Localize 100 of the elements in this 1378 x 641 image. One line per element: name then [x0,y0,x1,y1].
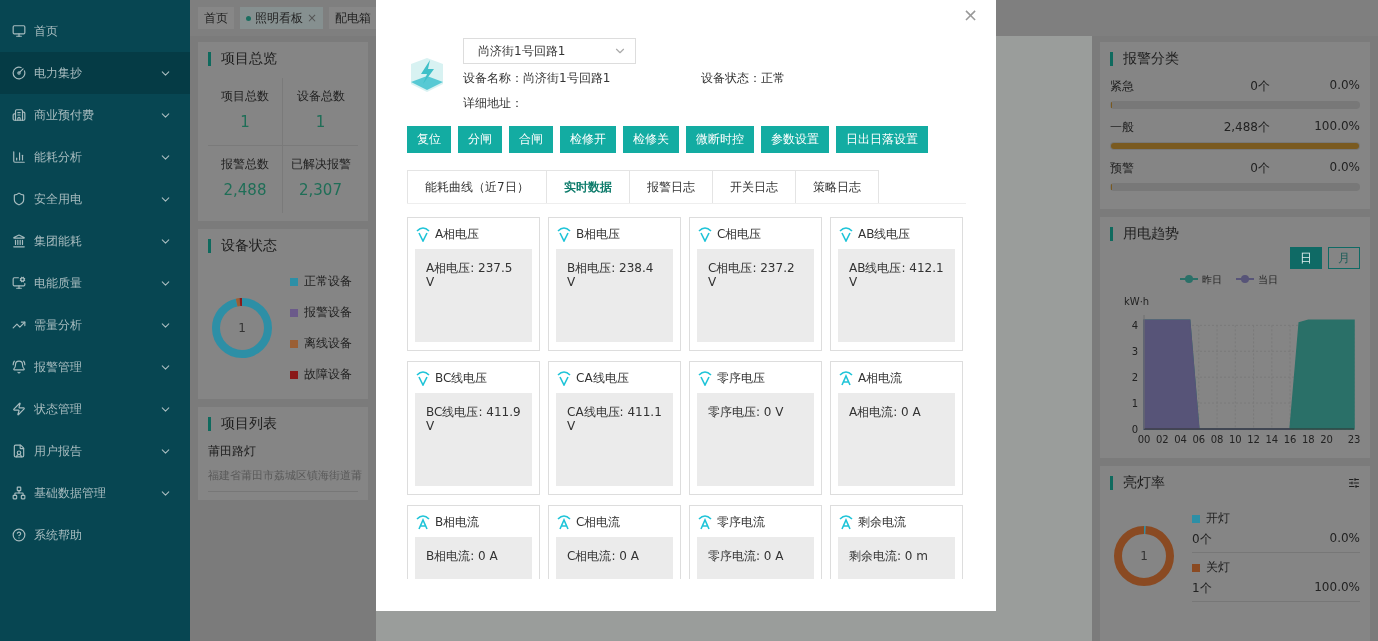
metric-title: A相电压 [435,225,480,243]
device-select[interactable]: 尚济街1号回路1 [463,38,636,64]
metric-title: B相电压 [576,225,621,243]
arc-a-icon [838,514,854,530]
bell-icon [12,360,26,374]
sidebar-label: 用户报告 [34,442,83,460]
sidebar-label: 状态管理 [34,400,83,418]
alarm-label: 紧急 [1110,78,1135,95]
page-tab[interactable]: 照明看板 × [240,7,324,29]
sidebar-item[interactable]: 首页 [0,10,190,52]
sidebar-item[interactable]: 安全用电 [0,178,190,220]
x-tick: 06 [1192,434,1206,445]
metric-value: C相电流: 0 A [556,537,673,579]
sidebar-item[interactable]: 能耗分析 [0,136,190,178]
x-tick: 14 [1265,434,1279,445]
sidebar-label: 安全用电 [34,190,83,208]
arc-v-icon [697,370,713,386]
action-button[interactable]: 日出日落设置 [836,126,928,153]
metric-value: B相电压: 238.4 V [556,249,673,342]
sidebar-item[interactable]: 用户报告 [0,430,190,472]
panel-title: 设备状态 [221,237,277,255]
sidebar-item[interactable]: 系统帮助 [0,514,190,556]
action-button[interactable]: 参数设置 [761,126,829,153]
alarm-count: 0个 [1250,78,1270,95]
metric-title: BC线电压 [435,369,488,387]
metric-title: A相电流 [858,369,903,387]
sidebar-label: 报警管理 [34,358,83,376]
legend-label: 故障设备 [304,366,352,383]
metric-title: B相电流 [435,513,480,531]
x-tick: 12 [1247,434,1260,445]
sidebar-label: 集团能耗 [34,232,83,250]
metric-value: A相电压: 237.5 V [415,249,532,342]
alarm-label: 一般 [1110,119,1135,136]
alarm-label: 预警 [1110,160,1135,177]
x-tick: 10 [1228,434,1242,445]
period-toggle[interactable]: 日 [1290,247,1322,269]
donut-center-label: 1 [1140,549,1148,563]
panel-title: 报警分类 [1123,50,1179,68]
action-button[interactable]: 分闸 [458,126,502,153]
metric-value: 零序电流: 0 A [697,537,814,579]
metric-value: B相电流: 0 A [415,537,532,579]
sidebar-item[interactable]: 商业预付费 [0,94,190,136]
stat-label: 已解决报警 [290,156,351,173]
sidebar-item[interactable]: 电力集抄 [0,52,190,94]
sidebar-label: 需量分析 [34,316,83,334]
y-tick: 0 [1131,424,1138,435]
sidebar-label: 能耗分析 [34,148,83,166]
action-button[interactable]: 微断时控 [686,126,754,153]
x-tick: 04 [1174,434,1187,445]
stat-value: 1 [315,113,326,131]
arc-v-icon [415,370,431,386]
metric-title: AB线电压 [858,225,911,243]
page-tab[interactable]: 首页 [198,7,234,29]
stat-label: 报警总数 [221,156,269,173]
arc-v-icon [556,226,572,242]
legend-label: 当日 [1258,274,1278,285]
axis-unit: kW·h [1124,296,1150,307]
sidebar-label: 首页 [34,22,59,40]
legend-marker-icon [1235,275,1255,283]
sidebar-item[interactable]: 基础数据管理 [0,472,190,514]
gauge-icon [12,66,26,80]
action-button[interactable]: 检修关 [623,126,679,153]
project-name[interactable]: 莆田路灯 [208,443,358,460]
legend-label: 开灯 [1206,510,1230,527]
metric-value: C相电压: 237.2 V [697,249,814,342]
legend-label: 关灯 [1206,559,1230,576]
sidebar-label: 系统帮助 [34,526,83,544]
panel-title: 项目总览 [221,50,277,68]
sidebar-item[interactable]: 需量分析 [0,304,190,346]
action-button[interactable]: 合闸 [509,126,553,153]
metric-title: CA线电压 [576,369,629,387]
sidebar-item[interactable]: 状态管理 [0,388,190,430]
arc-a-icon [556,514,572,530]
dialog-tab[interactable]: 能耗曲线（近7日） [407,170,547,203]
stat-value: 2,307 [299,181,342,199]
monitor-icon [12,276,26,290]
dialog-tab[interactable]: 策略日志 [794,170,879,203]
close-button[interactable]: × [958,4,982,25]
x-tick: 02 [1155,434,1169,445]
y-tick: 4 [1131,320,1138,332]
shield-icon [12,192,26,206]
legend-label: 离线设备 [304,335,352,352]
x-tick: 20 [1320,434,1333,445]
monitor-icon [12,24,26,38]
alarm-percent: 0.0% [1328,160,1360,176]
lightning-icon [12,402,26,416]
action-button[interactable]: 复位 [407,126,451,153]
metric-title: 零序电流 [717,513,765,531]
legend-label: 报警设备 [304,304,352,321]
device-info: 详细地址： [463,95,524,112]
network-icon [12,486,26,500]
action-button[interactable]: 检修开 [560,126,616,153]
light-count: 1个 [1192,580,1213,597]
settings-icon[interactable] [1348,477,1360,489]
sidebar-item[interactable]: 报警管理 [0,346,190,388]
metric-value: 剩余电流: 0 m [838,537,955,579]
tab-label: 配电箱 [335,9,372,27]
sidebar-item[interactable]: 电能质量 [0,262,190,304]
page-tab[interactable]: 配电箱 [329,7,378,29]
sidebar-item[interactable]: 集团能耗 [0,220,190,262]
